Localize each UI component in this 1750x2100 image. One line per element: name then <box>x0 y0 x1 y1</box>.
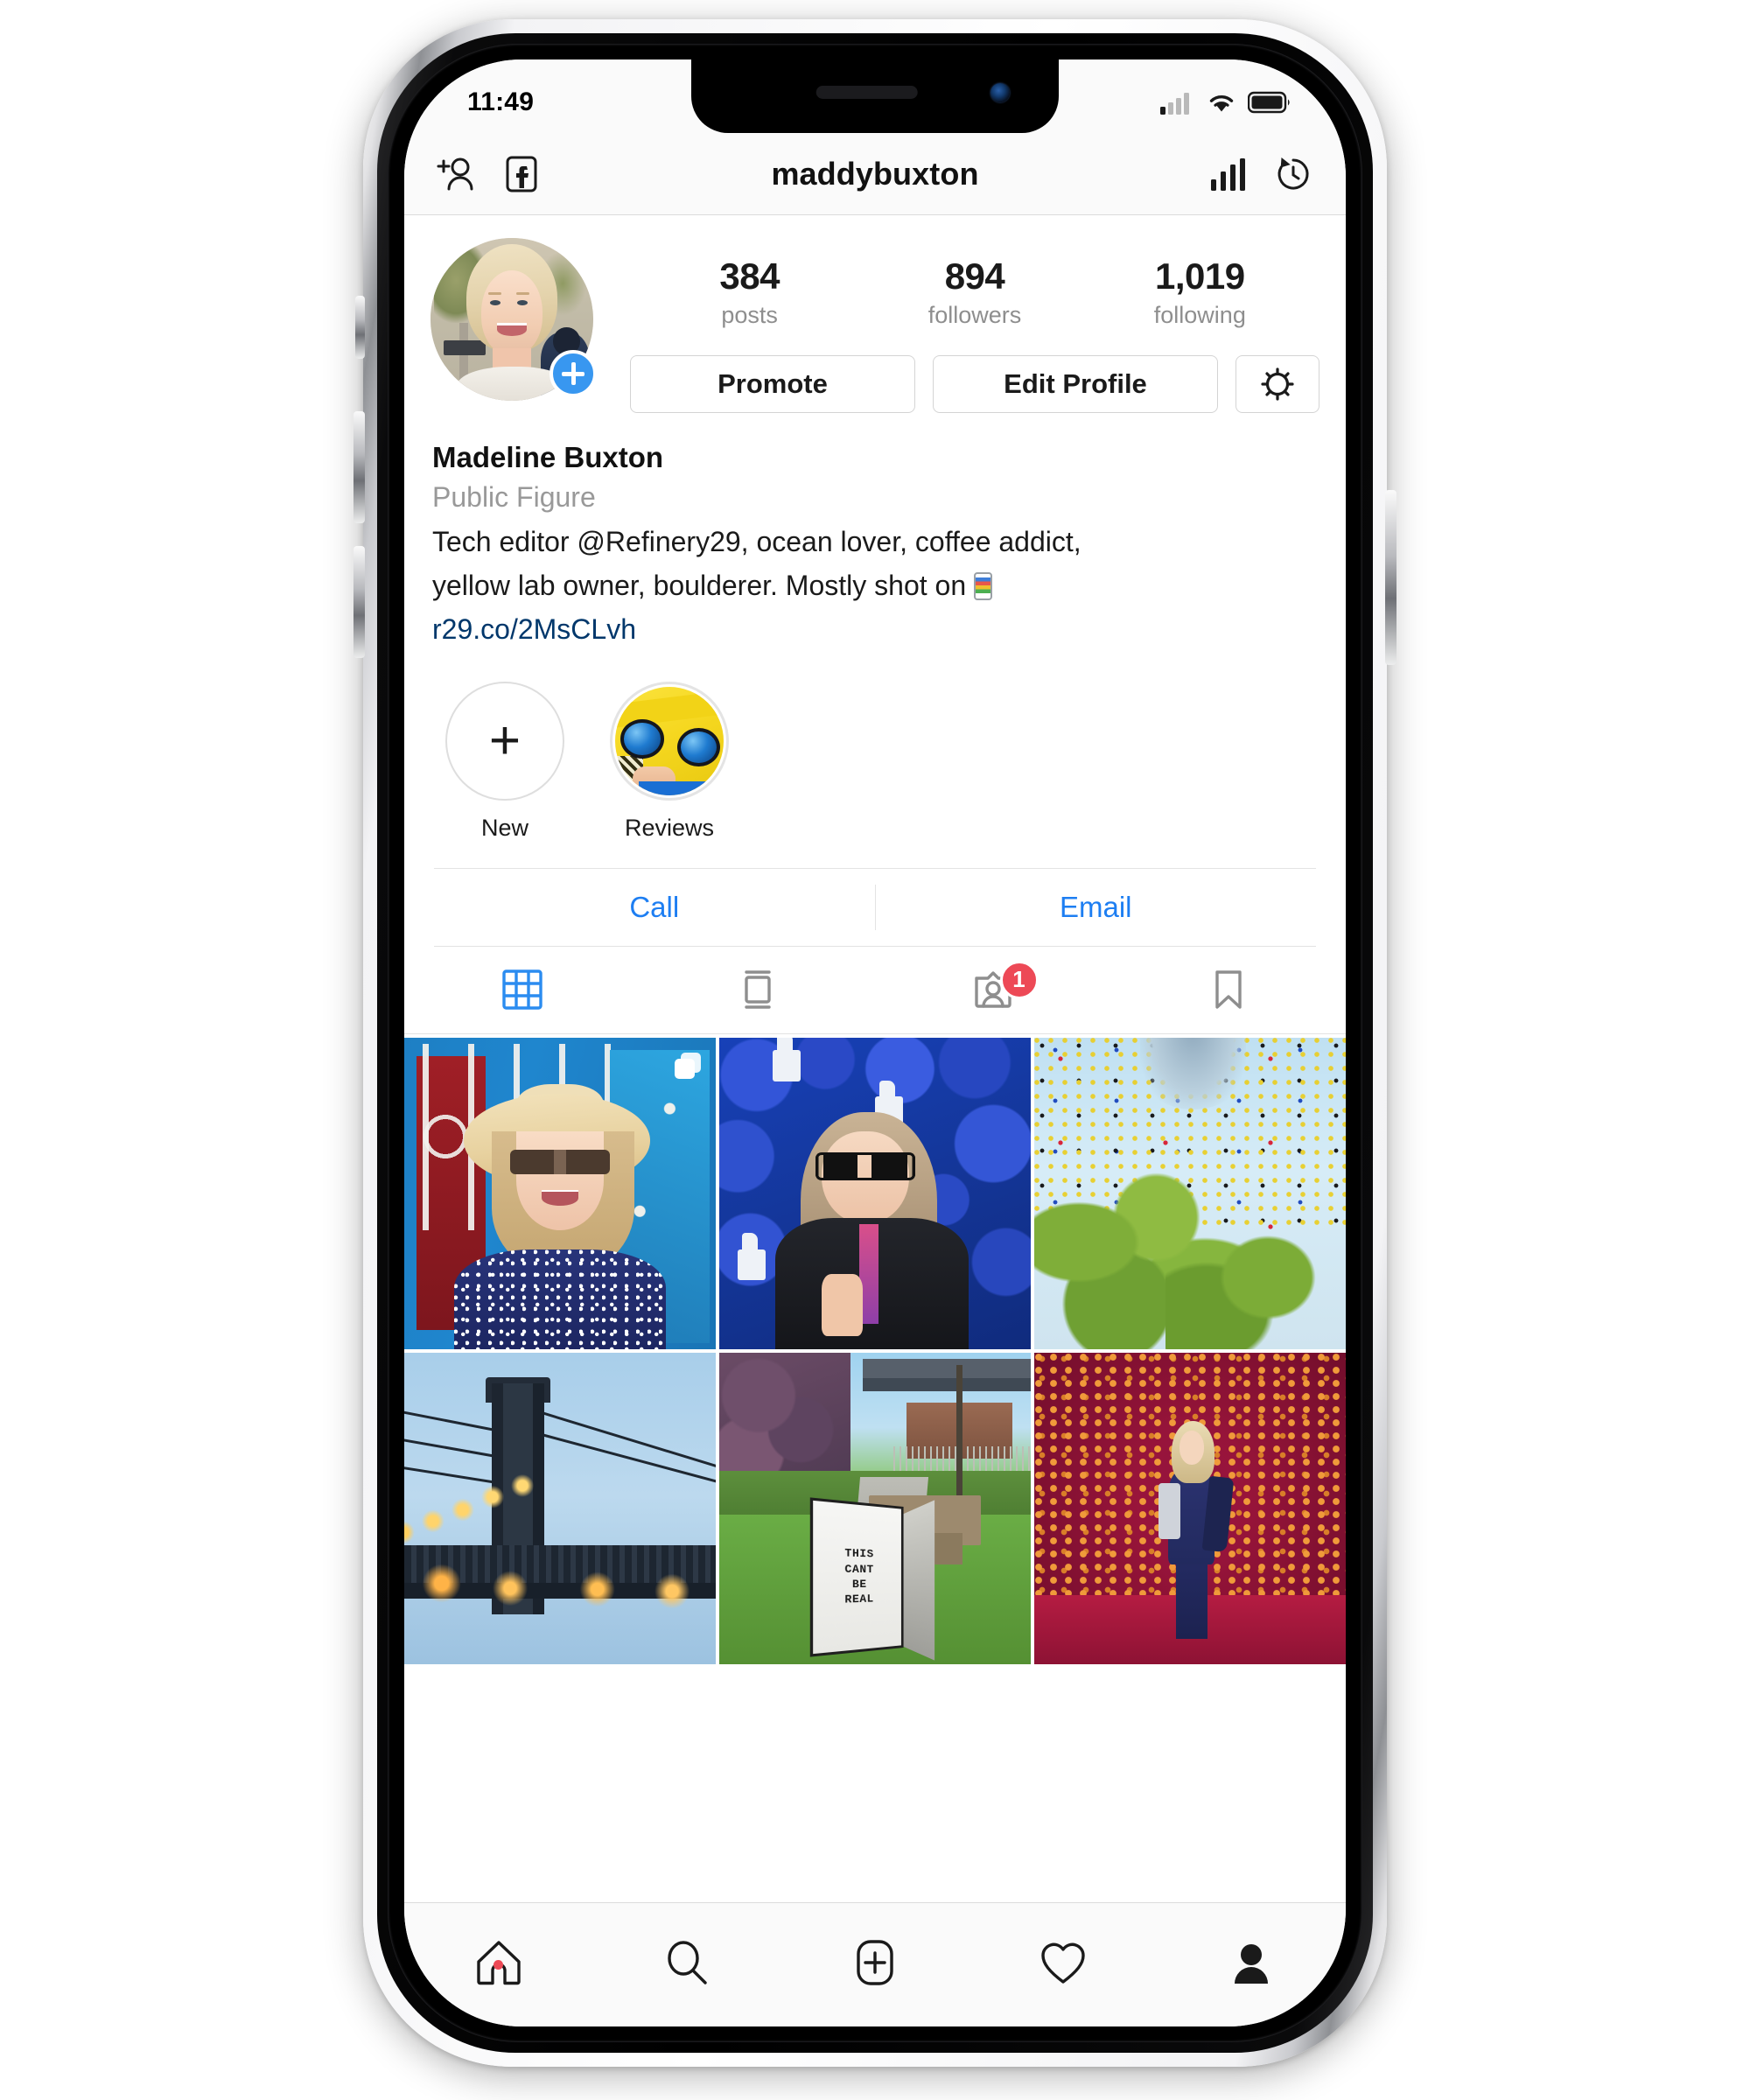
add-post-tab[interactable] <box>780 1936 969 1989</box>
stat-label: posts <box>721 301 778 328</box>
email-button[interactable]: Email <box>876 869 1317 946</box>
carousel-icon <box>675 1052 701 1079</box>
home-indicator-area <box>404 2021 1346 2026</box>
gear-icon <box>1261 367 1294 401</box>
stat-posts[interactable]: 384 posts <box>684 256 816 329</box>
avatar[interactable] <box>430 238 597 401</box>
front-camera-icon <box>990 83 1010 102</box>
post-this-cant-be-real-sign[interactable]: THIS CANT BE REAL <box>719 1352 1031 1664</box>
battery-icon <box>1248 91 1290 114</box>
grid-tab[interactable] <box>404 947 640 1033</box>
page-title: maddybuxton <box>771 155 979 192</box>
stat-value: 894 <box>944 256 1005 297</box>
profile-body: 384 posts 894 followers 1,019 following <box>404 215 1346 1902</box>
profile-stats: 384 posts 894 followers 1,019 following <box>630 245 1320 329</box>
sandwich-board-sign: THIS CANT BE REAL <box>809 1496 904 1657</box>
post-blue-balloons-thumbsup[interactable] <box>719 1037 1031 1349</box>
cellular-signal-icon <box>1160 93 1189 115</box>
new-highlight-circle[interactable]: + <box>445 681 564 801</box>
bio-full-name: Madeline Buxton <box>432 440 664 473</box>
highlight-label: New <box>480 814 528 841</box>
archive-clock-icon[interactable] <box>1272 153 1314 195</box>
add-story-badge[interactable] <box>550 350 597 397</box>
bio-text-line-1: Tech editor @Refinery29, ocean lover, co… <box>432 525 1082 557</box>
person-filled-icon <box>1235 1943 1269 1984</box>
edit-profile-button[interactable]: Edit Profile <box>933 354 1218 413</box>
stat-label: followers <box>928 301 1022 328</box>
add-person-icon[interactable] <box>436 153 478 195</box>
sign-line: CANT <box>844 1561 874 1576</box>
facebook-icon[interactable] <box>500 153 542 195</box>
contact-buttons-row: Call Email <box>434 867 1317 947</box>
bio-text-line-2-text: yellow lab owner, boulderer. Mostly shot… <box>432 569 974 601</box>
phone-notch <box>691 60 1059 133</box>
call-button[interactable]: Call <box>434 869 875 946</box>
reviews-highlight-circle[interactable] <box>610 681 729 801</box>
profile-navbar: maddybuxton <box>404 133 1346 215</box>
heart-icon <box>1041 1942 1085 1984</box>
stat-value: 384 <box>719 256 780 297</box>
stat-following[interactable]: 1,019 following <box>1134 256 1265 329</box>
add-square-icon <box>857 1939 893 1985</box>
sign-line: BE <box>851 1577 867 1591</box>
bio-text-line-2: yellow lab owner, boulderer. Mostly shot… <box>432 565 1318 606</box>
phone-screen: 11:49 maddybuxton 384 posts 894 follower… <box>404 60 1346 2026</box>
status-bar-indicators <box>1160 90 1292 115</box>
tagged-badge: 1 <box>999 960 1039 999</box>
highlight-new[interactable]: + New <box>438 681 572 842</box>
stat-followers[interactable]: 894 followers <box>909 256 1040 329</box>
home-activity-dot <box>494 1959 504 1970</box>
silent-switch-button[interactable] <box>355 296 365 359</box>
reviews-highlight-cover <box>615 686 724 795</box>
screenshot-stage: 11:49 maddybuxton 384 posts 894 follower… <box>0 0 1750 2100</box>
volume-down-button[interactable] <box>354 546 365 658</box>
activity-tab[interactable] <box>970 1936 1158 1989</box>
list-tab[interactable] <box>640 947 875 1033</box>
list-feed-icon <box>744 970 771 1009</box>
stat-label: following <box>1153 301 1246 328</box>
story-highlights: + New Reviews <box>404 650 1346 842</box>
bio-website-link[interactable]: r29.co/2MsCLvh <box>432 609 1318 650</box>
profile-tab[interactable] <box>1158 1936 1346 1989</box>
earpiece-speaker <box>816 86 918 99</box>
wifi-icon <box>1209 95 1234 112</box>
settings-button[interactable] <box>1236 354 1320 413</box>
highlight-label: Reviews <box>624 814 715 841</box>
power-button[interactable] <box>1385 490 1396 665</box>
posts-grid: THIS CANT BE REAL <box>404 1034 1346 1664</box>
volume-up-button[interactable] <box>354 411 365 523</box>
grid-icon <box>501 970 542 1010</box>
home-tab[interactable] <box>404 1936 592 1989</box>
search-icon <box>668 1940 707 1984</box>
mobile-phone-emoji <box>974 571 992 600</box>
bio-category: Public Figure <box>432 481 596 514</box>
sign-line: REAL <box>844 1592 874 1606</box>
profile-bio: Madeline Buxton Public Figure Tech edito… <box>404 413 1346 650</box>
status-bar-time: 11:49 <box>467 88 535 116</box>
post-circle-art-trees[interactable] <box>1034 1037 1346 1349</box>
search-tab[interactable] <box>592 1936 780 1989</box>
plus-icon: + <box>488 710 522 771</box>
highlight-reviews[interactable]: Reviews <box>602 681 737 842</box>
post-williamsburg-bridge[interactable] <box>404 1352 716 1664</box>
post-hat-woman-blue-gate[interactable] <box>404 1037 716 1349</box>
insights-bar-chart-icon[interactable] <box>1206 153 1248 195</box>
profile-tabs: 1 <box>404 947 1346 1034</box>
bookmark-icon <box>1214 970 1242 1009</box>
tagged-tab[interactable]: 1 <box>875 947 1110 1033</box>
promote-button[interactable]: Promote <box>630 354 915 413</box>
saved-tab[interactable] <box>1110 947 1346 1033</box>
bottom-navigation-bar <box>404 1902 1346 2021</box>
sign-line: THIS <box>844 1546 874 1561</box>
profile-action-buttons: Promote Edit Profile <box>630 354 1320 413</box>
post-orange-tube-room[interactable] <box>1034 1352 1346 1664</box>
stat-value: 1,019 <box>1155 256 1245 297</box>
